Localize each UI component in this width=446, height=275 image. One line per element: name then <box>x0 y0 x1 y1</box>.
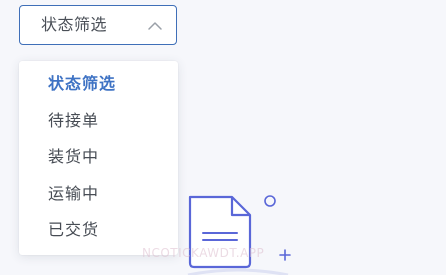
document-add-icon <box>187 195 291 275</box>
dropdown-option-loading[interactable]: 装货中 <box>48 147 99 167</box>
dropdown-option-status-filter[interactable]: 状态筛选 <box>48 74 116 94</box>
status-filter-value: 状态筛选 <box>41 15 108 34</box>
status-filter-select[interactable]: 状态筛选 <box>19 5 177 45</box>
dropdown-option-delivered[interactable]: 已交货 <box>48 220 99 240</box>
dropdown-option-pending[interactable]: 待接单 <box>48 111 99 131</box>
watermark-text: NCOTICKAWDT.APP <box>142 246 265 260</box>
chevron-up-icon <box>148 22 162 30</box>
status-dropdown-menu: 状态筛选 待接单 装货中 运输中 已交货 <box>19 61 178 255</box>
dropdown-option-in-transit[interactable]: 运输中 <box>48 184 99 204</box>
